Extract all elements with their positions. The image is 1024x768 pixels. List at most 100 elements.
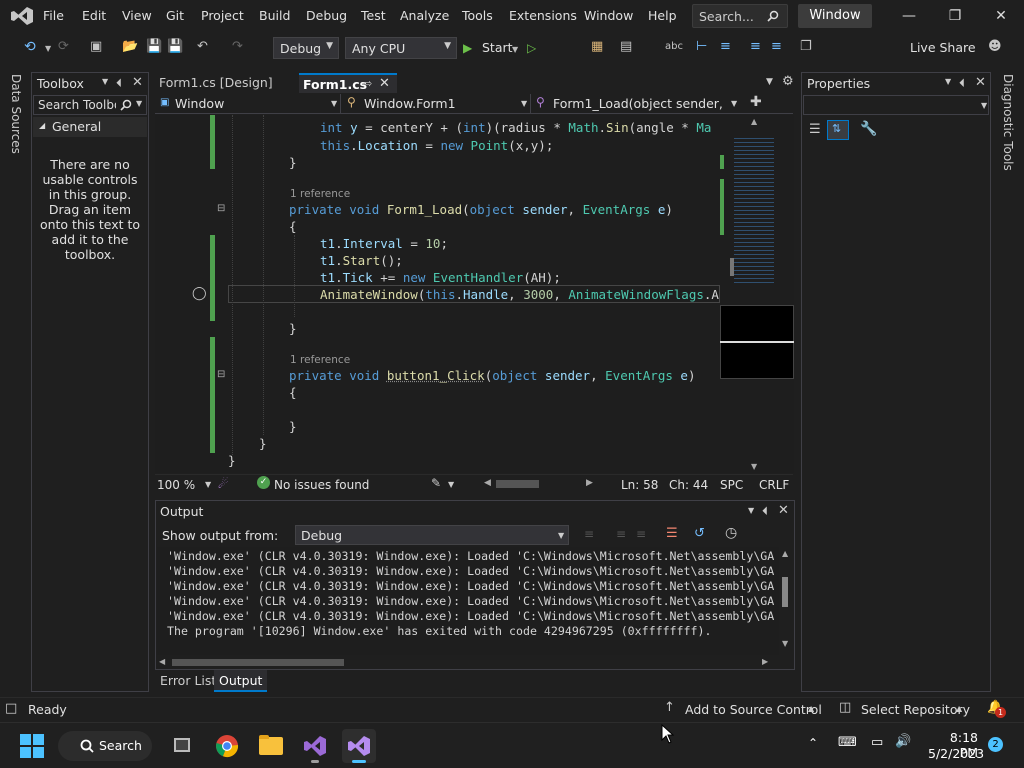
uncomment-icon[interactable]: ≡	[771, 40, 782, 54]
save-all-icon[interactable]: 💾	[167, 40, 183, 54]
pin-icon[interactable]: ⇨	[363, 77, 372, 90]
tab-form1-design[interactable]: Form1.cs [Design]	[155, 73, 277, 93]
chevron-down-icon[interactable]: ▼	[45, 42, 51, 56]
chevron-down-icon[interactable]: ▼	[748, 506, 754, 515]
configuration-dropdown[interactable]: Debug ▼	[273, 37, 339, 59]
chevron-up-icon[interactable]: ⌃	[808, 736, 818, 750]
previous-message-icon[interactable]: ≡	[616, 527, 626, 541]
keyboard-icon[interactable]: ⌨	[838, 735, 857, 750]
menu-extensions[interactable]: Extensions	[509, 8, 577, 23]
word-wrap-icon[interactable]: ↺	[694, 526, 705, 541]
select-repository-button[interactable]: Select Repository	[861, 702, 970, 717]
issues-status[interactable]: No issues found	[274, 478, 369, 492]
vertical-scroll-thumb[interactable]	[782, 577, 788, 607]
menu-build[interactable]: Build	[259, 8, 290, 23]
scroll-right-icon[interactable]: ▶	[586, 478, 593, 488]
brush-icon[interactable]: ✎	[431, 476, 441, 490]
find-message-icon[interactable]: ≡	[584, 527, 594, 541]
categorized-icon[interactable]: ☰	[809, 122, 821, 137]
open-folder-icon[interactable]: 📂	[122, 40, 138, 54]
network-icon[interactable]: ▭	[871, 735, 883, 750]
horizontal-scroll-thumb[interactable]	[172, 659, 344, 666]
spell-check-icon[interactable]: abc	[665, 40, 683, 54]
output-window-icon[interactable]: □	[5, 701, 17, 716]
browse-icon[interactable]: ▦	[591, 40, 603, 54]
chevron-down-icon[interactable]: ▼	[945, 77, 951, 86]
file-explorer-icon[interactable]	[254, 729, 288, 763]
zoom-level[interactable]: 100 %	[157, 478, 195, 492]
volume-icon[interactable]: 🔊	[895, 734, 911, 749]
scroll-down-icon[interactable]: ▼	[751, 462, 757, 471]
minimap[interactable]: ▲ ▼	[720, 115, 794, 473]
scroll-down-icon[interactable]: ▼	[782, 639, 788, 648]
windows-start-icon[interactable]	[20, 734, 44, 758]
menu-test[interactable]: Test	[361, 8, 386, 23]
chevron-down-icon[interactable]: ▼	[448, 480, 454, 489]
menu-window[interactable]: Window	[584, 8, 633, 23]
add-to-source-control-button[interactable]: Add to Source Control	[685, 702, 822, 717]
back-icon[interactable]: ⟲	[24, 40, 36, 54]
live-share-button[interactable]: Live Share	[910, 40, 976, 55]
pin-icon[interactable]: ⏴	[762, 504, 768, 519]
search-input[interactable]: Search...	[692, 4, 788, 28]
start-without-debugging-icon[interactable]: ▷	[527, 41, 536, 55]
line-ending-mode[interactable]: CRLF	[759, 478, 789, 492]
split-editor-icon[interactable]: ✚	[750, 94, 762, 110]
menu-git[interactable]: Git	[166, 8, 184, 23]
new-project-icon[interactable]: ▣	[90, 40, 102, 54]
scroll-right-icon[interactable]: ▶	[762, 657, 768, 666]
reference-count[interactable]: 1 reference	[290, 354, 350, 366]
feedback-icon[interactable]: ☻	[988, 40, 1002, 54]
diagnostic-tools-tab[interactable]: Diagnostic Tools	[1001, 74, 1015, 171]
visual-studio-logo-icon[interactable]	[10, 6, 34, 26]
start-button[interactable]: Start	[482, 40, 513, 55]
minimap-scroll-thumb[interactable]	[730, 258, 734, 276]
close-icon[interactable]: ✕	[975, 75, 986, 90]
tab-error-list[interactable]: Error List	[160, 673, 216, 688]
collapse-icon[interactable]: ⊟	[217, 203, 225, 214]
undo-icon[interactable]: ↶	[197, 40, 208, 54]
chevron-down-icon[interactable]: ▼	[102, 77, 108, 86]
property-pages-icon[interactable]: 🔧	[860, 121, 877, 137]
menu-analyze[interactable]: Analyze	[400, 8, 449, 23]
scroll-left-icon[interactable]: ◀	[484, 478, 491, 488]
line-number[interactable]: Ln: 58	[621, 478, 658, 492]
toolbox-group-general[interactable]: ◢ General	[33, 117, 147, 137]
horizontal-scroll-thumb[interactable]	[496, 480, 539, 488]
object-selector-dropdown[interactable]: ▼	[803, 95, 989, 115]
gear-icon[interactable]: ⚙	[782, 74, 794, 89]
chevron-down-icon[interactable]: ▼	[205, 480, 211, 489]
menu-project[interactable]: Project	[201, 8, 244, 23]
align-icon[interactable]: ⊢	[696, 40, 707, 54]
visual-studio-active-taskbar-icon[interactable]	[342, 729, 376, 763]
task-view-icon[interactable]	[166, 729, 200, 763]
restore-icon[interactable]: ❐	[932, 0, 978, 32]
close-icon[interactable]: ✕	[778, 503, 789, 518]
chevron-up-icon[interactable]: ▲	[808, 704, 814, 713]
tab-output[interactable]: Output	[214, 670, 268, 692]
menu-file[interactable]: File	[43, 8, 64, 23]
menu-tools[interactable]: Tools	[462, 8, 493, 23]
pin-icon[interactable]: ⏴	[959, 76, 965, 91]
menu-help[interactable]: Help	[648, 8, 677, 23]
code-cleanup-icon[interactable]: ☄	[218, 477, 229, 491]
minimize-icon[interactable]: —	[886, 0, 932, 32]
redo-icon[interactable]: ↷	[232, 40, 243, 54]
scroll-up-icon[interactable]: ▲	[782, 549, 788, 558]
clear-all-icon[interactable]: ☰	[666, 526, 678, 541]
code-editor[interactable]: int y = centerY + (int)(radius * Math.Si…	[155, 115, 720, 473]
member-dropdown[interactable]: ⚲ Form1_Load(object sender, E ▼	[535, 94, 741, 114]
platform-dropdown[interactable]: Any CPU ▼	[345, 37, 457, 59]
menu-view[interactable]: View	[122, 8, 152, 23]
output-source-dropdown[interactable]: Debug ▼	[295, 525, 569, 545]
column-number[interactable]: Ch: 44	[669, 478, 708, 492]
forward-icon[interactable]: ⟳	[58, 40, 69, 54]
reference-count[interactable]: 1 reference	[290, 188, 350, 200]
layout-icon[interactable]: ▤	[620, 40, 632, 54]
alphabetical-button[interactable]: ⇅	[827, 120, 849, 140]
menu-edit[interactable]: Edit	[82, 8, 106, 23]
save-icon[interactable]: 💾	[146, 40, 162, 54]
scroll-left-icon[interactable]: ◀	[159, 657, 165, 666]
visual-studio-taskbar-icon[interactable]	[298, 729, 332, 763]
toolbox-search-input[interactable]: Search Toolbox ▼	[33, 95, 147, 115]
